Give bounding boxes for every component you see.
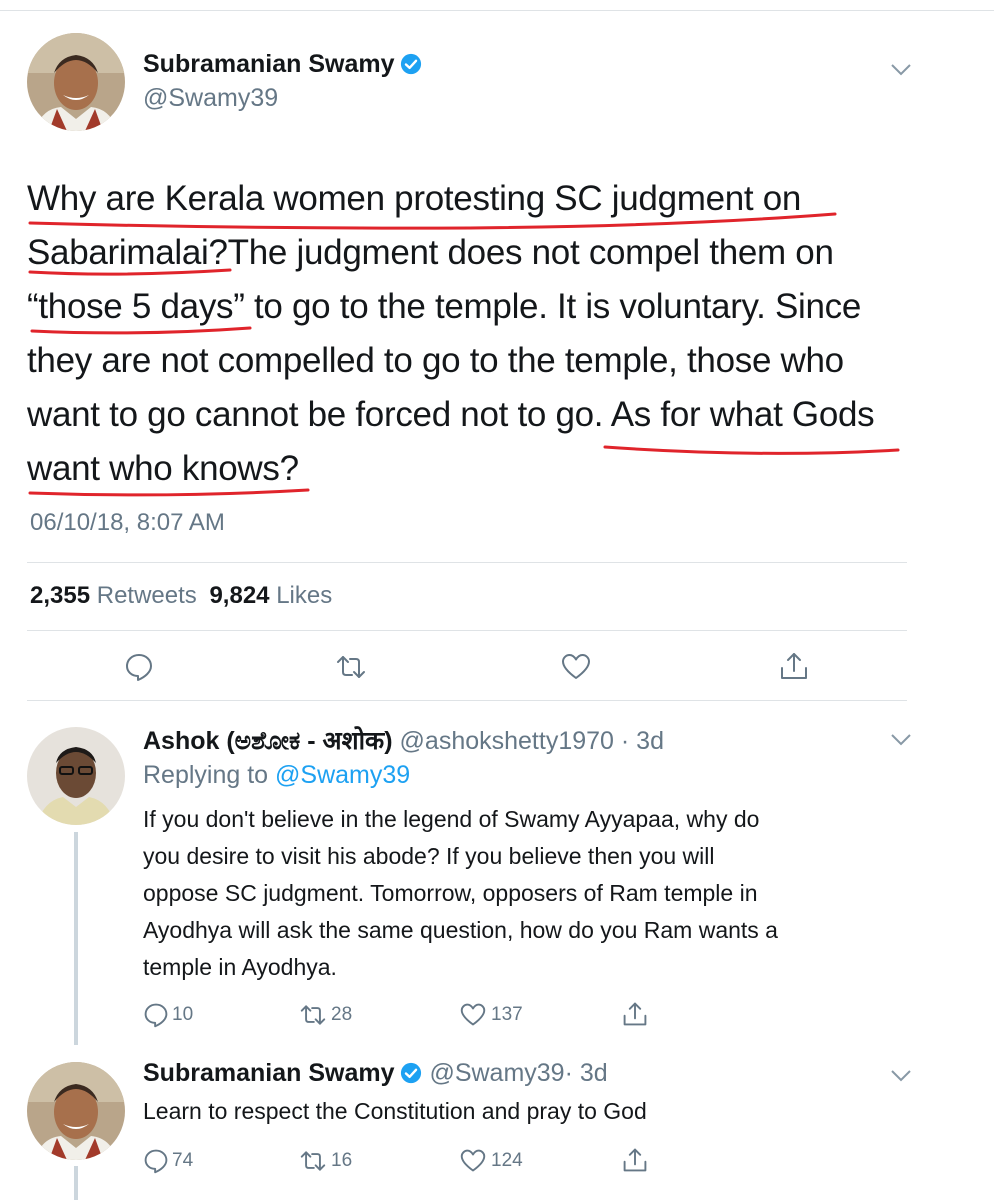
red-underline-annotations xyxy=(28,212,900,497)
verified-badge-icon xyxy=(401,1062,422,1084)
share-icon[interactable] xyxy=(622,1147,648,1173)
reply1-reply-action[interactable]: 10 xyxy=(143,1002,193,1028)
heart-icon[interactable] xyxy=(460,1002,486,1028)
divider xyxy=(27,700,907,701)
thread-connector-line xyxy=(74,1166,78,1200)
replying-to-handle[interactable]: @Swamy39 xyxy=(275,761,410,789)
reply1-retweet-count: 28 xyxy=(331,1004,353,1025)
reply2-like-action[interactable]: 124 xyxy=(460,1148,523,1174)
reply2-retweet-count: 16 xyxy=(331,1150,353,1171)
heart-icon[interactable] xyxy=(561,652,591,682)
reply1-retweet-action[interactable]: 28 xyxy=(300,1002,352,1028)
replying-to-label: Replying to xyxy=(143,761,269,789)
reply2-retweet-action[interactable]: 16 xyxy=(300,1148,352,1174)
underline-4 xyxy=(603,445,900,455)
reply1-body: If you don't believe in the legend of Sw… xyxy=(143,801,963,986)
reply-icon[interactable] xyxy=(143,1148,169,1174)
underline-3 xyxy=(30,326,252,335)
reply1-handle[interactable]: @ashokshetty1970 xyxy=(400,727,614,755)
chevron-down-icon[interactable] xyxy=(890,733,912,747)
avatar-photo xyxy=(27,1062,125,1160)
avatar-swamy[interactable] xyxy=(27,1062,125,1160)
reply2-reply-action[interactable]: 74 xyxy=(143,1148,193,1174)
reply2-reply-count: 74 xyxy=(172,1150,194,1171)
reply2-body: Learn to respect the Constitution and pr… xyxy=(143,1098,647,1124)
chevron-down-icon[interactable] xyxy=(890,1069,912,1083)
reply-line: oppose SC judgment. Tomorrow, opposers o… xyxy=(143,880,758,906)
underline-2 xyxy=(28,268,232,276)
divider xyxy=(27,630,907,631)
reply-icon[interactable] xyxy=(124,652,154,682)
avatar-photo xyxy=(27,727,125,825)
reply2-like-count: 124 xyxy=(491,1150,523,1171)
likes-count: 9,824 xyxy=(209,582,270,609)
reply1-author-name[interactable]: Ashok (ಅಶೋಕ - अशोक) xyxy=(143,727,393,755)
reply1-like-action[interactable]: 137 xyxy=(460,1002,523,1028)
reply2-author-name[interactable]: Subramanian Swamy xyxy=(143,1059,394,1087)
underline-1 xyxy=(28,212,837,230)
likes-label: Likes xyxy=(276,582,333,609)
retweet-icon[interactable] xyxy=(336,652,366,682)
avatar-ashok[interactable] xyxy=(27,727,125,825)
reply-line: If you don't believe in the legend of Sw… xyxy=(143,806,760,832)
share-icon[interactable] xyxy=(779,651,809,681)
engagement-counts[interactable]: 2,355 Retweets 9,824 Likes xyxy=(30,582,332,610)
thread-connector-line xyxy=(74,832,78,1045)
reply-line: you desire to visit his abode? If you be… xyxy=(143,843,715,869)
divider xyxy=(27,562,907,563)
heart-icon[interactable] xyxy=(460,1148,486,1174)
reply-line: Ayodhya will ask the same question, how … xyxy=(143,917,778,943)
underline-5 xyxy=(28,488,310,497)
retweets-label: Retweets xyxy=(96,582,197,609)
reply-line: temple in Ayodhya. xyxy=(143,954,337,980)
reply1-time: · 3d xyxy=(620,727,664,755)
reply2-handle[interactable]: @Swamy39 xyxy=(429,1059,564,1087)
replying-to: Replying to @Swamy39 xyxy=(143,761,410,790)
tweet-timestamp: 06/10/18, 8:07 AM xyxy=(30,509,225,536)
retweets-count: 2,355 xyxy=(30,582,91,609)
retweet-icon[interactable] xyxy=(300,1148,326,1174)
reply-icon[interactable] xyxy=(143,1002,169,1028)
reply2-header[interactable]: Subramanian Swamy @Swamy39· 3d xyxy=(143,1059,608,1088)
reply1-header[interactable]: Ashok (ಅಶೋಕ - अशोक) @ashokshetty1970 · 3… xyxy=(143,723,664,757)
retweet-icon[interactable] xyxy=(300,1002,326,1028)
reply1-like-count: 137 xyxy=(491,1004,523,1025)
share-icon[interactable] xyxy=(622,1001,648,1027)
reply1-reply-count: 10 xyxy=(172,1004,194,1025)
reply2-time: · 3d xyxy=(564,1059,608,1087)
